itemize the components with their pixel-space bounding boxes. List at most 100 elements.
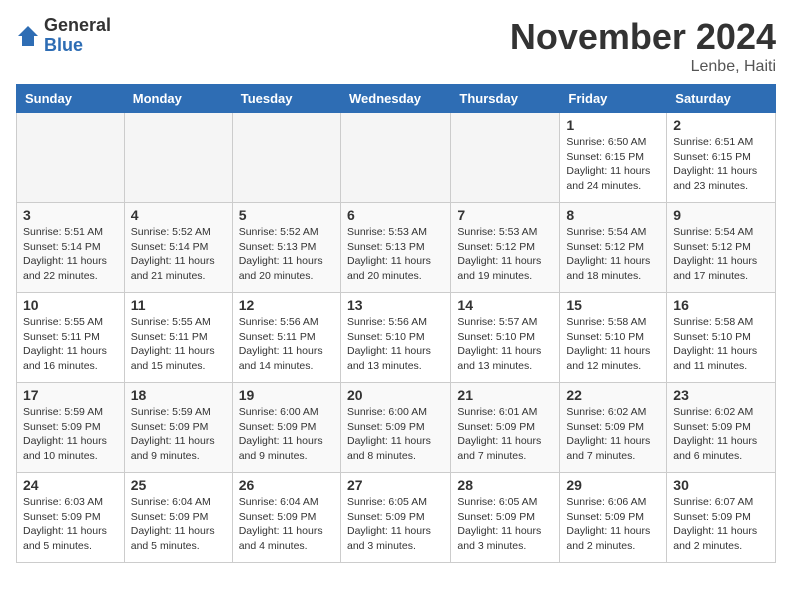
calendar-cell: 2 Sunrise: 6:51 AM Sunset: 6:15 PM Daylig… — [667, 113, 776, 203]
calendar-cell — [451, 113, 560, 203]
month-title: November 2024 — [510, 16, 776, 58]
calendar-cell: 27 Sunrise: 6:05 AM Sunset: 5:09 PM Dayli… — [340, 473, 450, 563]
day-info: Sunrise: 6:01 AM Sunset: 5:09 PM Dayligh… — [457, 405, 553, 464]
day-info: Sunrise: 5:53 AM Sunset: 5:12 PM Dayligh… — [457, 225, 553, 284]
calendar-header-saturday: Saturday — [667, 85, 776, 113]
calendar-header-row: SundayMondayTuesdayWednesdayThursdayFrid… — [17, 85, 776, 113]
day-info: Sunrise: 6:04 AM Sunset: 5:09 PM Dayligh… — [239, 495, 334, 554]
logo-icon — [16, 24, 40, 48]
calendar-cell — [232, 113, 340, 203]
calendar-header-monday: Monday — [124, 85, 232, 113]
calendar-cell: 11 Sunrise: 5:55 AM Sunset: 5:11 PM Dayli… — [124, 293, 232, 383]
calendar-week-3: 10 Sunrise: 5:55 AM Sunset: 5:11 PM Dayli… — [17, 293, 776, 383]
day-number: 9 — [673, 207, 769, 223]
day-number: 23 — [673, 387, 769, 403]
calendar-cell — [340, 113, 450, 203]
day-number: 1 — [566, 117, 660, 133]
calendar-cell: 7 Sunrise: 5:53 AM Sunset: 5:12 PM Daylig… — [451, 203, 560, 293]
calendar-cell: 30Sunrise: 6:07 AM Sunset: 5:09 PM Dayli… — [667, 473, 776, 563]
calendar-cell: 5 Sunrise: 5:52 AM Sunset: 5:13 PM Daylig… — [232, 203, 340, 293]
day-info: Sunrise: 6:07 AM Sunset: 5:09 PM Dayligh… — [673, 495, 769, 554]
calendar-cell: 29Sunrise: 6:06 AM Sunset: 5:09 PM Dayli… — [560, 473, 667, 563]
calendar-week-4: 17 Sunrise: 5:59 AM Sunset: 5:09 PM Dayli… — [17, 383, 776, 473]
day-number: 8 — [566, 207, 660, 223]
calendar-header-wednesday: Wednesday — [340, 85, 450, 113]
calendar-cell: 22 Sunrise: 6:02 AM Sunset: 5:09 PM Dayli… — [560, 383, 667, 473]
day-info: Sunrise: 6:50 AM Sunset: 6:15 PM Dayligh… — [566, 135, 660, 194]
logo: General Blue — [16, 16, 111, 56]
calendar-cell: 4 Sunrise: 5:52 AM Sunset: 5:14 PM Daylig… — [124, 203, 232, 293]
day-number: 3 — [23, 207, 118, 223]
day-number: 19 — [239, 387, 334, 403]
calendar-cell: 12 Sunrise: 5:56 AM Sunset: 5:11 PM Dayli… — [232, 293, 340, 383]
calendar-cell: 1 Sunrise: 6:50 AM Sunset: 6:15 PM Daylig… — [560, 113, 667, 203]
day-number: 15 — [566, 297, 660, 313]
day-info: Sunrise: 5:52 AM Sunset: 5:14 PM Dayligh… — [131, 225, 226, 284]
day-number: 16 — [673, 297, 769, 313]
day-number: 2 — [673, 117, 769, 133]
day-number: 22 — [566, 387, 660, 403]
calendar-cell: 15 Sunrise: 5:58 AM Sunset: 5:10 PM Dayli… — [560, 293, 667, 383]
day-info: Sunrise: 5:59 AM Sunset: 5:09 PM Dayligh… — [23, 405, 118, 464]
calendar-header-thursday: Thursday — [451, 85, 560, 113]
calendar-cell: 9 Sunrise: 5:54 AM Sunset: 5:12 PM Daylig… — [667, 203, 776, 293]
calendar: SundayMondayTuesdayWednesdayThursdayFrid… — [16, 84, 776, 563]
calendar-cell: 21 Sunrise: 6:01 AM Sunset: 5:09 PM Dayli… — [451, 383, 560, 473]
day-info: Sunrise: 6:02 AM Sunset: 5:09 PM Dayligh… — [566, 405, 660, 464]
day-number: 6 — [347, 207, 444, 223]
day-number: 4 — [131, 207, 226, 223]
calendar-week-2: 3Sunrise: 5:51 AM Sunset: 5:14 PM Daylig… — [17, 203, 776, 293]
day-number: 12 — [239, 297, 334, 313]
calendar-week-1: 1 Sunrise: 6:50 AM Sunset: 6:15 PM Daylig… — [17, 113, 776, 203]
calendar-cell: 25 Sunrise: 6:04 AM Sunset: 5:09 PM Dayli… — [124, 473, 232, 563]
logo-general: General — [44, 16, 111, 36]
day-info: Sunrise: 5:52 AM Sunset: 5:13 PM Dayligh… — [239, 225, 334, 284]
calendar-cell: 13 Sunrise: 5:56 AM Sunset: 5:10 PM Dayli… — [340, 293, 450, 383]
calendar-cell: 26Sunrise: 6:04 AM Sunset: 5:09 PM Dayli… — [232, 473, 340, 563]
day-number: 7 — [457, 207, 553, 223]
calendar-cell: 14Sunrise: 5:57 AM Sunset: 5:10 PM Dayli… — [451, 293, 560, 383]
day-number: 13 — [347, 297, 444, 313]
header: General Blue November 2024 Lenbe, Haiti — [16, 16, 776, 76]
calendar-cell: 18Sunrise: 5:59 AM Sunset: 5:09 PM Dayli… — [124, 383, 232, 473]
day-info: Sunrise: 5:55 AM Sunset: 5:11 PM Dayligh… — [131, 315, 226, 374]
calendar-cell: 17 Sunrise: 5:59 AM Sunset: 5:09 PM Dayli… — [17, 383, 125, 473]
day-number: 11 — [131, 297, 226, 313]
day-info: Sunrise: 6:51 AM Sunset: 6:15 PM Dayligh… — [673, 135, 769, 194]
day-info: Sunrise: 6:02 AM Sunset: 5:09 PM Dayligh… — [673, 405, 769, 464]
day-info: Sunrise: 5:53 AM Sunset: 5:13 PM Dayligh… — [347, 225, 444, 284]
calendar-cell: 19 Sunrise: 6:00 AM Sunset: 5:09 PM Dayli… — [232, 383, 340, 473]
calendar-cell: 24Sunrise: 6:03 AM Sunset: 5:09 PM Dayli… — [17, 473, 125, 563]
day-number: 27 — [347, 477, 444, 493]
day-info: Sunrise: 5:58 AM Sunset: 5:10 PM Dayligh… — [566, 315, 660, 374]
day-number: 29 — [566, 477, 660, 493]
calendar-cell — [124, 113, 232, 203]
day-number: 21 — [457, 387, 553, 403]
calendar-cell: 28Sunrise: 6:05 AM Sunset: 5:09 PM Dayli… — [451, 473, 560, 563]
calendar-cell: 6 Sunrise: 5:53 AM Sunset: 5:13 PM Daylig… — [340, 203, 450, 293]
day-info: Sunrise: 6:05 AM Sunset: 5:09 PM Dayligh… — [457, 495, 553, 554]
day-number: 25 — [131, 477, 226, 493]
day-number: 5 — [239, 207, 334, 223]
calendar-cell: 20Sunrise: 6:00 AM Sunset: 5:09 PM Dayli… — [340, 383, 450, 473]
day-number: 10 — [23, 297, 118, 313]
day-info: Sunrise: 5:59 AM Sunset: 5:09 PM Dayligh… — [131, 405, 226, 464]
day-info: Sunrise: 5:58 AM Sunset: 5:10 PM Dayligh… — [673, 315, 769, 374]
day-info: Sunrise: 5:56 AM Sunset: 5:11 PM Dayligh… — [239, 315, 334, 374]
day-info: Sunrise: 5:55 AM Sunset: 5:11 PM Dayligh… — [23, 315, 118, 374]
calendar-header-tuesday: Tuesday — [232, 85, 340, 113]
day-info: Sunrise: 6:04 AM Sunset: 5:09 PM Dayligh… — [131, 495, 226, 554]
day-info: Sunrise: 6:00 AM Sunset: 5:09 PM Dayligh… — [239, 405, 334, 464]
day-number: 17 — [23, 387, 118, 403]
logo-text: General Blue — [44, 16, 111, 56]
day-info: Sunrise: 6:03 AM Sunset: 5:09 PM Dayligh… — [23, 495, 118, 554]
day-info: Sunrise: 5:54 AM Sunset: 5:12 PM Dayligh… — [673, 225, 769, 284]
day-info: Sunrise: 5:56 AM Sunset: 5:10 PM Dayligh… — [347, 315, 444, 374]
calendar-cell: 23 Sunrise: 6:02 AM Sunset: 5:09 PM Dayli… — [667, 383, 776, 473]
day-info: Sunrise: 5:54 AM Sunset: 5:12 PM Dayligh… — [566, 225, 660, 284]
calendar-cell: 8 Sunrise: 5:54 AM Sunset: 5:12 PM Daylig… — [560, 203, 667, 293]
calendar-cell: 3Sunrise: 5:51 AM Sunset: 5:14 PM Daylig… — [17, 203, 125, 293]
calendar-week-5: 24Sunrise: 6:03 AM Sunset: 5:09 PM Dayli… — [17, 473, 776, 563]
day-info: Sunrise: 6:05 AM Sunset: 5:09 PM Dayligh… — [347, 495, 444, 554]
day-number: 14 — [457, 297, 553, 313]
